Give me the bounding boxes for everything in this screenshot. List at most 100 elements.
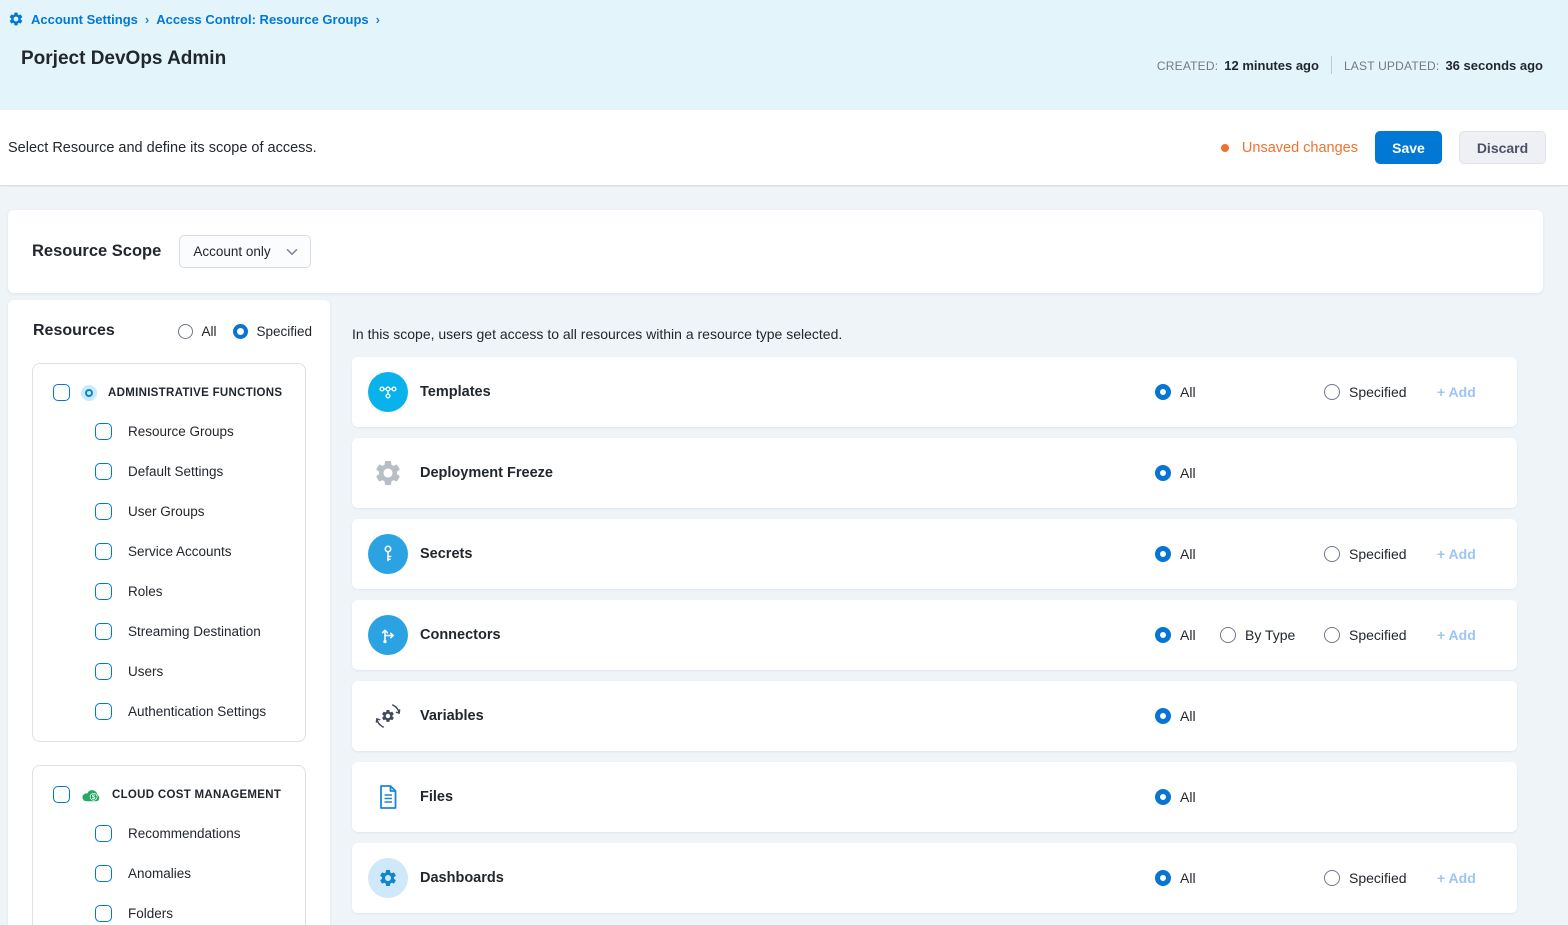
- add-button[interactable]: + Add: [1437, 627, 1476, 643]
- resource-type-label: Connectors: [420, 627, 501, 643]
- resource-group-card: $ CLOUD COST MANAGEMENT RecommendationsAno…: [32, 765, 306, 925]
- resources-mode-radios: All Specified: [178, 324, 312, 339]
- radio-icon[interactable]: [1324, 870, 1340, 886]
- item-label: Roles: [128, 584, 163, 599]
- meta-divider: [1331, 56, 1332, 74]
- add-button[interactable]: + Add: [1437, 384, 1476, 400]
- header-meta: CREATED: 12 minutes ago LAST UPDATED: 36…: [1157, 56, 1543, 74]
- resource-type-label: Deployment Freeze: [420, 465, 553, 481]
- page-header: Account Settings › Access Control: Resou…: [0, 0, 1568, 110]
- group-item[interactable]: Authentication Settings: [33, 691, 305, 731]
- item-checkbox[interactable]: [95, 503, 112, 520]
- item-checkbox[interactable]: [95, 463, 112, 480]
- item-label: Authentication Settings: [128, 704, 266, 719]
- radio-icon[interactable]: [1324, 384, 1340, 400]
- group-item[interactable]: Recommendations: [33, 813, 305, 853]
- radio-icon[interactable]: [1155, 465, 1171, 481]
- breadcrumb-account-settings[interactable]: Account Settings: [31, 12, 138, 27]
- item-checkbox[interactable]: [95, 583, 112, 600]
- radio-specified[interactable]: Specified: [1324, 600, 1407, 670]
- radio-icon[interactable]: [1155, 789, 1171, 805]
- resource-row-dashboards: DashboardsAllSpecified+ Add: [352, 843, 1517, 913]
- radio-icon[interactable]: [1324, 546, 1340, 562]
- resource-scope-value: Account only: [193, 244, 270, 259]
- last-updated-label: LAST UPDATED:: [1344, 59, 1440, 73]
- radio-specified[interactable]: Specified: [233, 324, 312, 339]
- discard-button[interactable]: Discard: [1459, 131, 1546, 164]
- radio-icon[interactable]: [1155, 546, 1171, 562]
- add-button[interactable]: + Add: [1437, 870, 1476, 886]
- radio-icon[interactable]: [178, 324, 193, 339]
- last-updated-value: 36 seconds ago: [1445, 58, 1543, 73]
- resource-row-secrets: SecretsAllSpecified+ Add: [352, 519, 1517, 589]
- resource-group-card: ADMINISTRATIVE FUNCTIONS Resource Groups D…: [32, 363, 306, 742]
- radio-icon[interactable]: [233, 324, 248, 339]
- variables-icon: [368, 696, 408, 736]
- radio-icon[interactable]: [1155, 627, 1171, 643]
- item-checkbox[interactable]: [95, 703, 112, 720]
- radio-all[interactable]: All: [1155, 600, 1196, 670]
- radio-icon[interactable]: [1155, 384, 1171, 400]
- cloud-cost-icon: $: [81, 787, 101, 803]
- group-item[interactable]: Anomalies: [33, 853, 305, 893]
- item-checkbox[interactable]: [95, 623, 112, 640]
- item-label: Streaming Destination: [128, 624, 261, 639]
- radio-specified[interactable]: Specified: [1324, 357, 1407, 427]
- group-item[interactable]: Roles: [33, 571, 305, 611]
- add-button[interactable]: + Add: [1437, 546, 1476, 562]
- group-item[interactable]: Folders: [33, 893, 305, 925]
- group-item[interactable]: Resource Groups: [33, 411, 305, 451]
- connectors-icon: [368, 615, 408, 655]
- breadcrumb-access-control[interactable]: Access Control: Resource Groups: [156, 12, 368, 27]
- radio-all[interactable]: All: [178, 324, 216, 339]
- item-checkbox[interactable]: [95, 423, 112, 440]
- radio-all[interactable]: All: [1155, 357, 1196, 427]
- radio-specified[interactable]: Specified: [1324, 519, 1407, 589]
- radio-icon[interactable]: [1220, 627, 1236, 643]
- item-checkbox[interactable]: [95, 543, 112, 560]
- unsaved-changes-dot: [1221, 144, 1229, 152]
- group-header[interactable]: $ CLOUD COST MANAGEMENT: [33, 766, 305, 803]
- group-checkbox[interactable]: [53, 384, 70, 401]
- group-item[interactable]: Default Settings: [33, 451, 305, 491]
- group-item[interactable]: Streaming Destination: [33, 611, 305, 651]
- breadcrumb-separator: ›: [145, 12, 149, 27]
- svg-text:$: $: [92, 794, 96, 801]
- group-item[interactable]: Users: [33, 651, 305, 691]
- item-checkbox[interactable]: [95, 905, 112, 922]
- save-button[interactable]: Save: [1375, 131, 1442, 164]
- radio-by-type[interactable]: By Type: [1220, 600, 1295, 670]
- radio-specified[interactable]: Specified: [1324, 843, 1407, 913]
- item-label: Default Settings: [128, 464, 223, 479]
- item-checkbox[interactable]: [95, 663, 112, 680]
- resource-type-label: Variables: [420, 708, 484, 724]
- radio-all[interactable]: All: [1155, 762, 1196, 832]
- group-header[interactable]: ADMINISTRATIVE FUNCTIONS: [33, 364, 305, 401]
- group-title: CLOUD COST MANAGEMENT: [112, 789, 281, 801]
- item-label: Service Accounts: [128, 544, 232, 559]
- resource-scope-label: Resource Scope: [32, 242, 161, 261]
- group-item[interactable]: Service Accounts: [33, 531, 305, 571]
- toolbar: Select Resource and define its scope of …: [0, 110, 1568, 186]
- item-checkbox[interactable]: [95, 865, 112, 882]
- radio-icon[interactable]: [1324, 627, 1340, 643]
- resource-type-label: Files: [420, 789, 453, 805]
- item-checkbox[interactable]: [95, 825, 112, 842]
- group-item[interactable]: User Groups: [33, 491, 305, 531]
- item-label: Resource Groups: [128, 424, 234, 439]
- breadcrumb-separator: ›: [376, 12, 380, 27]
- settings-gear-icon: [8, 11, 24, 27]
- page-title: Porject DevOps Admin: [21, 48, 226, 70]
- radio-all[interactable]: All: [1155, 519, 1196, 589]
- resource-type-label: Templates: [420, 384, 491, 400]
- resource-scope-dropdown[interactable]: Account only: [179, 235, 311, 268]
- radio-all[interactable]: All: [1155, 681, 1196, 751]
- created-value: 12 minutes ago: [1224, 58, 1319, 73]
- resource-row-connectors: Connectors All By Type Specified + Add: [352, 600, 1517, 670]
- templates-icon: [368, 372, 408, 412]
- radio-all[interactable]: All: [1155, 843, 1196, 913]
- radio-icon[interactable]: [1155, 870, 1171, 886]
- radio-all[interactable]: All: [1155, 438, 1196, 508]
- radio-icon[interactable]: [1155, 708, 1171, 724]
- group-checkbox[interactable]: [53, 786, 70, 803]
